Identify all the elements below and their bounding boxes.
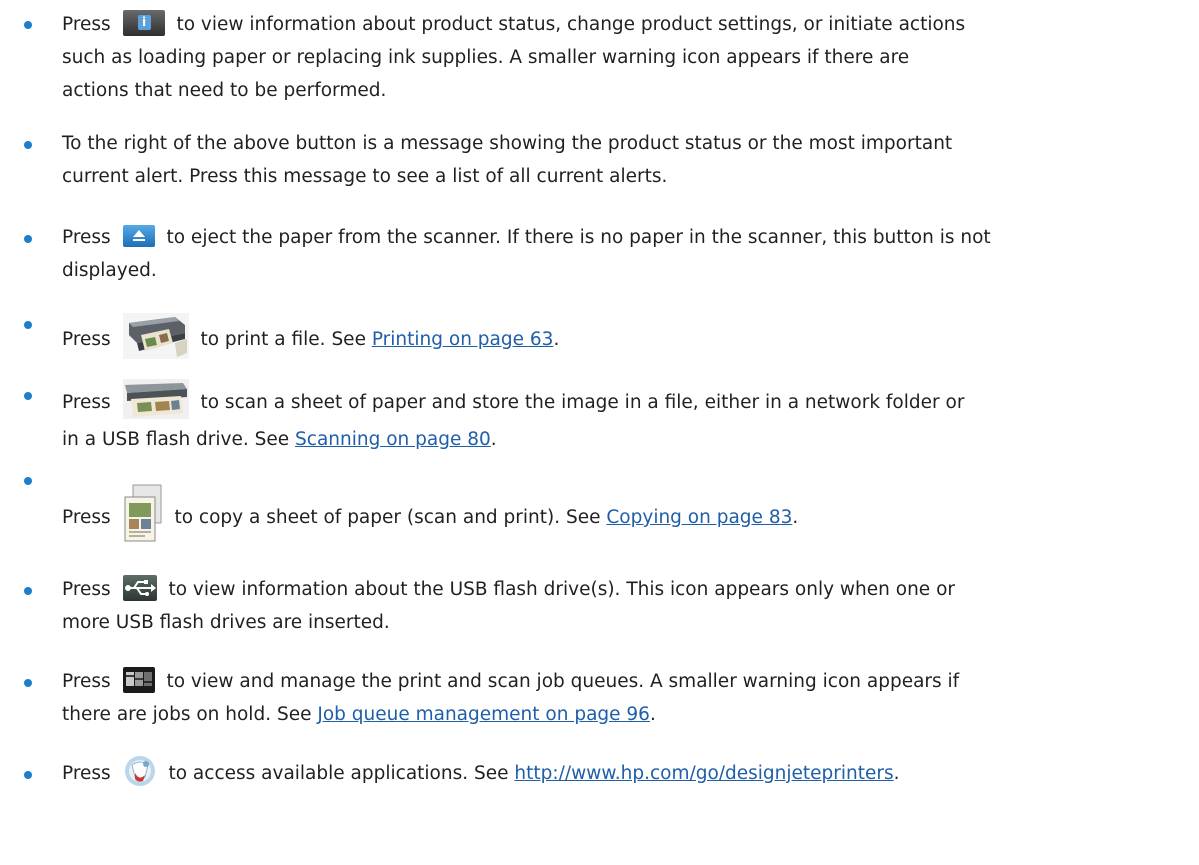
item-text-segment: . (490, 429, 497, 450)
item-text-segment: current alert. Press this message to see… (62, 166, 668, 187)
usb-icon (122, 575, 157, 601)
item-text-segment: . (553, 329, 560, 350)
item-text: Press to print a file. See Printing on p (62, 313, 1182, 363)
designjet-eprinters-link[interactable]: http://www.hp.com/go/designjeteprinters (514, 763, 893, 784)
item-text: Press to scan a sheet of paper and store… (62, 379, 1182, 456)
item-text-segment: Press (62, 579, 111, 600)
copying-link[interactable]: Copying on page 83 (606, 507, 792, 528)
item-text-segment: to print a file. See (200, 329, 366, 350)
item-text-segment: . (649, 704, 656, 725)
item-text-segment: to view information about the USB flash … (168, 579, 955, 600)
printing-link[interactable]: Printing on page 63 (372, 329, 554, 350)
bullet-dot (24, 392, 32, 400)
item-text-segment: Press (62, 671, 111, 692)
copy-icon (122, 483, 163, 545)
manual-page: Press i to view information about produc… (0, 0, 1199, 865)
bullet-dot (24, 321, 32, 329)
info-button-icon: i (122, 10, 165, 36)
item-text-segment: Press (62, 329, 111, 350)
eject-button-icon (122, 225, 155, 247)
bullet-dot (24, 587, 32, 595)
print-icon (122, 313, 189, 359)
item-text-segment: . (893, 763, 900, 784)
item-text-segment: to scan a sheet of paper and store the i… (200, 392, 965, 413)
item-text: Press i to view information about produc… (62, 8, 1182, 107)
bullet-dot (24, 21, 32, 29)
bullet-dot (24, 679, 32, 687)
item-text: Press to access available applications. … (62, 755, 1182, 790)
item-text-segment: to view and manage the print and scan jo… (166, 671, 960, 692)
item-text: Press to eject the paper from the scanne… (62, 221, 1182, 287)
item-text-segment: actions that need to be performed. (62, 80, 387, 101)
item-text-segment: Press (62, 507, 111, 528)
item-text-segment: To the right of the above button is a me… (62, 133, 953, 154)
item-text: To the right of the above button is a me… (62, 127, 1182, 193)
item-text-segment: such as loading paper or replacing ink s… (62, 47, 910, 68)
item-text: Press to view information about the USB … (62, 573, 1182, 639)
scanning-link[interactable]: Scanning on page 80 (295, 429, 491, 450)
item-text-segment: Press (62, 763, 111, 784)
applications-icon (123, 755, 157, 787)
job-queue-management-link[interactable]: Job queue management on page 96 (317, 704, 650, 725)
item-text-segment: Press (62, 14, 111, 35)
item-text-segment: more USB flash drives are inserted. (62, 612, 390, 633)
job-queue-icon (122, 667, 155, 693)
bullet-dot (24, 235, 32, 243)
item-text-segment: to access available applications. See (168, 763, 509, 784)
item-text-segment: displayed. (62, 260, 157, 281)
item-text-segment: Press (62, 392, 111, 413)
item-text-segment: to view information about product status… (176, 14, 966, 35)
item-text: Press to view and manage the print and s… (62, 665, 1182, 731)
item-text-segment: to eject the paper from the scanner. If … (166, 227, 991, 248)
scan-icon (122, 379, 189, 419)
item-text-segment: . (792, 507, 799, 528)
item-text-segment: in a USB flash drive. See (62, 429, 290, 450)
item-text: Press to copy a sheet of paper (scan and… (62, 483, 1182, 549)
bullet-dot (24, 141, 32, 149)
item-text-segment: there are jobs on hold. See (62, 704, 312, 725)
item-text-segment: Press (62, 227, 111, 248)
bullet-dot (24, 477, 32, 485)
bullet-dot (24, 771, 32, 779)
item-text-segment: to copy a sheet of paper (scan and print… (174, 507, 601, 528)
